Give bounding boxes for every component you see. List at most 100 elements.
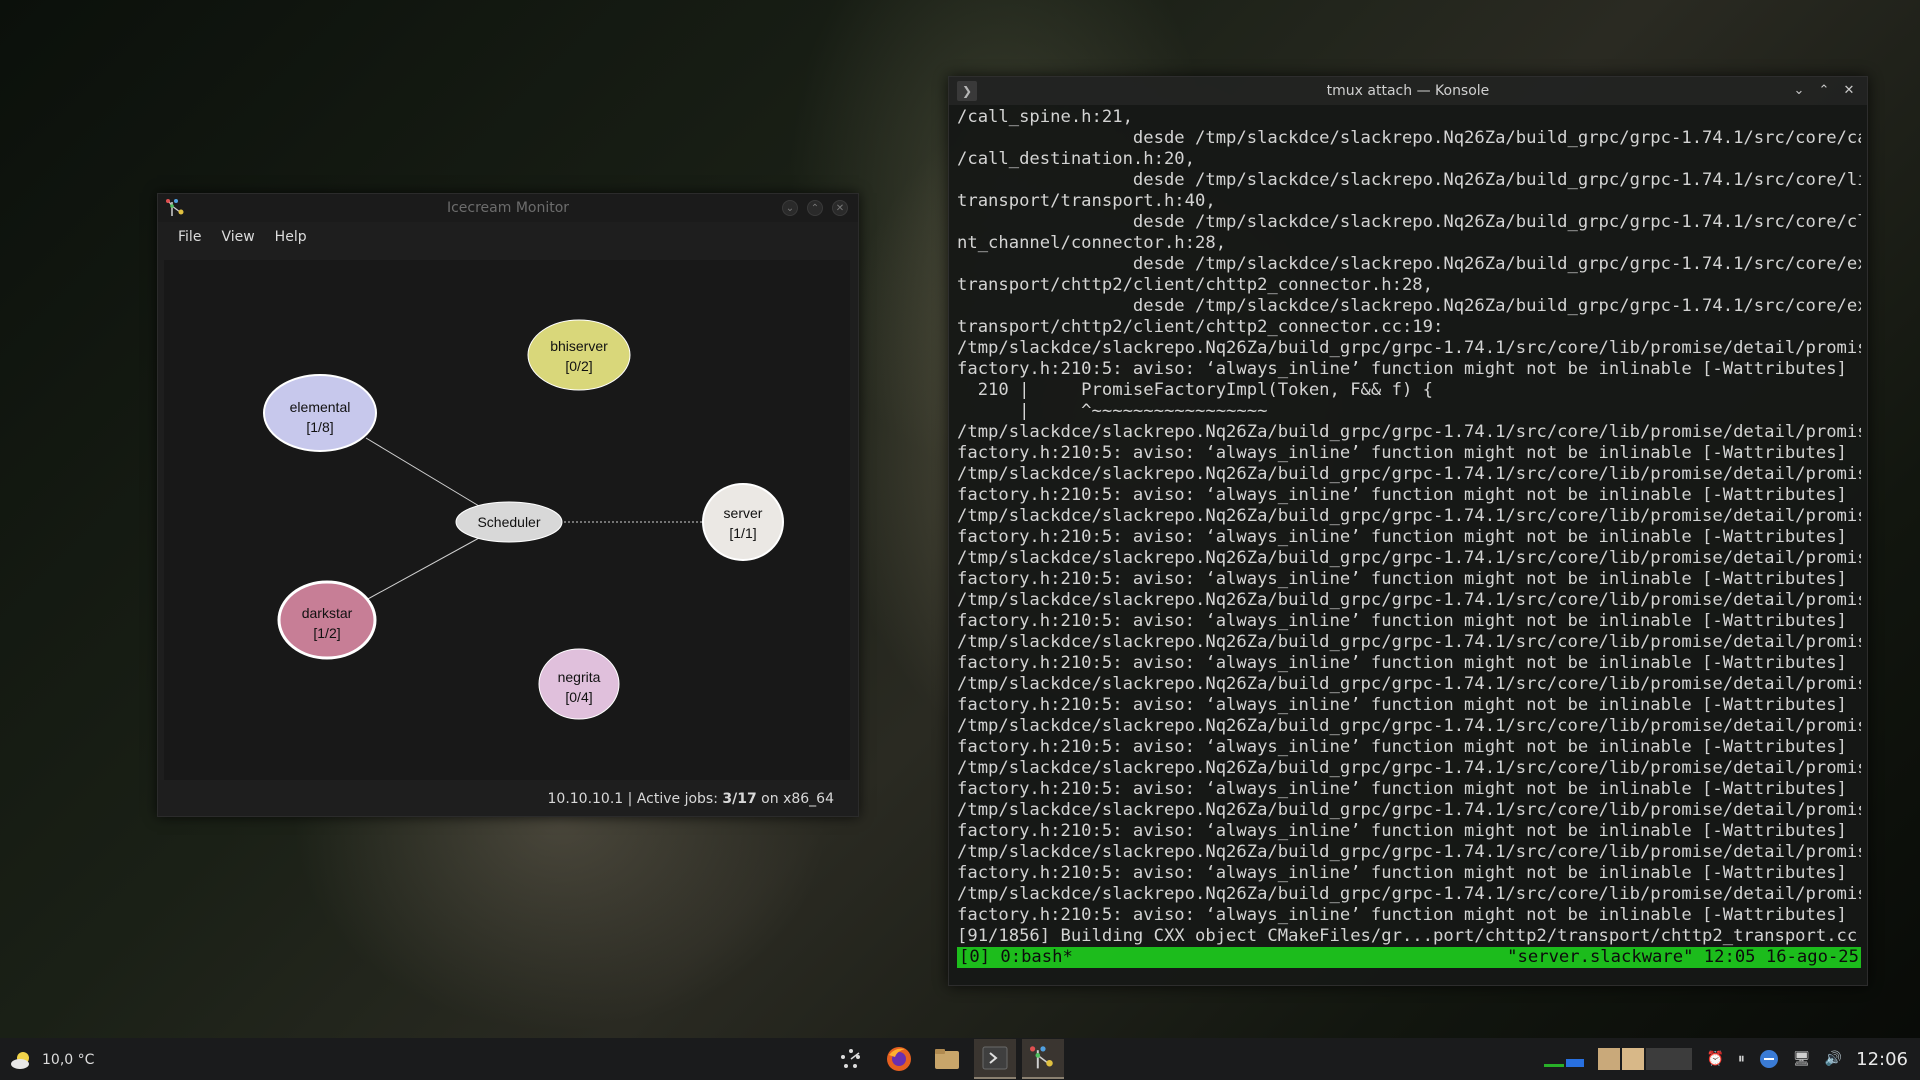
network-activity-icon[interactable] — [1544, 1051, 1585, 1067]
task-manager — [830, 1039, 1064, 1079]
terminal-line: factory.h:210:5: aviso: ‘always_inline’ … — [957, 653, 1847, 673]
terminal-line: desde /tmp/slackdce/slackrepo.Nq26Za/bui… — [957, 296, 1861, 316]
node-negrita-name: negrita — [558, 669, 601, 685]
terminal-line: factory.h:210:5: aviso: ‘always_inline’ … — [957, 737, 1847, 757]
node-negrita[interactable]: negrita [0/4] — [538, 648, 620, 720]
status-active-value: 3/17 — [722, 791, 757, 807]
terminal-line: /tmp/slackdce/slackrepo.Nq26Za/build_grp… — [957, 758, 1861, 778]
icecream-titlebar[interactable]: Icecream Monitor ⌄ ⌃ ✕ — [158, 194, 858, 222]
desktop-2[interactable] — [1622, 1048, 1645, 1070]
terminal-line: /tmp/slackdce/slackrepo.Nq26Za/build_grp… — [957, 590, 1861, 610]
konsole-window-title: tmux attach — Konsole — [1326, 83, 1490, 99]
node-server[interactable]: server [1/1] — [702, 483, 784, 561]
terminal-line: [91/1856] Building CXX object CMakeFiles… — [957, 926, 1861, 946]
menu-view[interactable]: View — [213, 225, 262, 249]
icecream-window-title: Icecream Monitor — [446, 200, 570, 216]
terminal-line: factory.h:210:5: aviso: ‘always_inline’ … — [957, 821, 1847, 841]
maximize-icon[interactable]: ⌃ — [1816, 83, 1832, 99]
terminal-output[interactable]: /call_spine.h:21, desde /tmp/slackdce/sl… — [957, 107, 1861, 977]
icecream-app-icon — [166, 199, 184, 216]
terminal-line: /tmp/slackdce/slackrepo.Nq26Za/build_grp… — [957, 464, 1861, 484]
desktop-3[interactable] — [1646, 1048, 1693, 1070]
updates-icon[interactable] — [1759, 1049, 1779, 1069]
close-icon[interactable]: ✕ — [832, 200, 848, 216]
icecream-menubar: File View Help — [158, 222, 858, 252]
status-separator: | — [623, 791, 637, 807]
node-scheduler-label: Scheduler — [477, 514, 540, 530]
file-manager-icon[interactable] — [926, 1039, 968, 1079]
node-elemental-jobs: [1/8] — [306, 419, 333, 435]
weather-temperature: 10,0 °C — [42, 1052, 95, 1068]
node-darkstar-name: darkstar — [302, 605, 353, 621]
terminal-line: factory.h:210:5: aviso: ‘always_inline’ … — [957, 569, 1847, 589]
menu-help[interactable]: Help — [267, 225, 315, 249]
virtual-desktop-pager[interactable] — [1598, 1048, 1693, 1070]
terminal-line: factory.h:210:5: aviso: ‘always_inline’ … — [957, 485, 1847, 505]
menu-file[interactable]: File — [170, 225, 209, 249]
terminal-line: /tmp/slackdce/slackrepo.Nq26Za/build_grp… — [957, 422, 1861, 442]
node-darkstar-jobs: [1/2] — [313, 625, 340, 641]
terminal-line: /tmp/slackdce/slackrepo.Nq26Za/build_grp… — [957, 632, 1861, 652]
desktop-1[interactable] — [1598, 1048, 1621, 1070]
terminal-line: desde /tmp/slackdce/slackrepo.Nq26Za/bui… — [957, 212, 1861, 232]
icecream-monitor-icon[interactable] — [1022, 1039, 1064, 1079]
terminal-line: | ^~~~~~~~~~~~~~~~~~ — [957, 401, 1268, 421]
cluster-graph-svg: bhiserver [0/2] elemental [1/8] Schedule… — [263, 319, 784, 720]
node-negrita-jobs: [0/4] — [565, 689, 592, 705]
terminal-line: factory.h:210:5: aviso: ‘always_inline’ … — [957, 359, 1847, 379]
terminal-line: nt_channel/connector.h:28, — [957, 233, 1227, 253]
terminal-line: /tmp/slackdce/slackrepo.Nq26Za/build_grp… — [957, 800, 1861, 820]
close-icon[interactable]: ✕ — [1841, 83, 1857, 99]
notifications-icon[interactable]: ⏰ — [1706, 1051, 1723, 1067]
terminal-line: factory.h:210:5: aviso: ‘always_inline’ … — [957, 611, 1847, 631]
terminal-line: /tmp/slackdce/slackrepo.Nq26Za/build_grp… — [957, 338, 1861, 358]
node-elemental[interactable]: elemental [1/8] — [263, 374, 377, 452]
terminal-line: /tmp/slackdce/slackrepo.Nq26Za/build_grp… — [957, 548, 1861, 568]
taskbar: 10,0 °C ⏰ ⏸ 🖥 🔊 12:06 — [0, 1038, 1920, 1080]
display-icon[interactable]: 🖥 — [1793, 1051, 1811, 1067]
minimize-icon[interactable]: ⌄ — [1791, 83, 1807, 99]
terminal-line: factory.h:210:5: aviso: ‘always_inline’ … — [957, 779, 1847, 799]
tmux-window-list[interactable]: [0] 0:bash* — [959, 947, 1073, 968]
edge-darkstar-scheduler — [365, 537, 480, 601]
tmux-status-right: "server.slackware" 12:05 16-ago-25 — [1507, 947, 1859, 967]
terminal-line: factory.h:210:5: aviso: ‘always_inline’ … — [957, 527, 1847, 547]
terminal-line: desde /tmp/slackdce/slackrepo.Nq26Za/bui… — [957, 170, 1861, 190]
terminal-line: /tmp/slackdce/slackrepo.Nq26Za/build_grp… — [957, 506, 1861, 526]
firefox-icon[interactable] — [878, 1039, 920, 1079]
terminal-line: factory.h:210:5: aviso: ‘always_inline’ … — [957, 443, 1847, 463]
terminal-line: transport/chttp2/client/chttp2_connector… — [957, 317, 1444, 337]
terminal-line: desde /tmp/slackdce/slackrepo.Nq26Za/bui… — [957, 254, 1861, 274]
weather-cloud-sun-icon — [11, 1052, 29, 1069]
terminal-line: /call_destination.h:20, — [957, 149, 1195, 169]
terminal-line: transport/chttp2/client/chttp2_connector… — [957, 275, 1433, 295]
terminal-line: factory.h:210:5: aviso: ‘always_inline’ … — [957, 695, 1847, 715]
icecream-statusbar: 10.10.10.1 | Active jobs: 3/17 on x86_64 — [158, 782, 858, 816]
volume-icon[interactable]: 🔊 — [1825, 1051, 1842, 1067]
terminal-line: /tmp/slackdce/slackrepo.Nq26Za/build_grp… — [957, 674, 1861, 694]
system-tray: ⏰ ⏸ 🖥 🔊 12:06 — [1544, 1038, 1920, 1080]
status-ip: 10.10.10.1 — [547, 791, 624, 807]
maximize-icon[interactable]: ⌃ — [807, 200, 823, 216]
minimize-icon[interactable]: ⌄ — [782, 200, 798, 216]
application-menu-icon[interactable] — [830, 1039, 872, 1079]
edge-elemental-scheduler — [365, 437, 480, 507]
node-darkstar[interactable]: darkstar [1/2] — [277, 580, 377, 660]
konsole-icon[interactable] — [974, 1039, 1016, 1079]
node-scheduler[interactable]: Scheduler — [455, 501, 563, 543]
terminal-line: desde /tmp/slackdce/slackrepo.Nq26Za/bui… — [957, 128, 1861, 148]
weather-widget[interactable]: 10,0 °C — [10, 1048, 94, 1072]
node-bhiserver[interactable]: bhiserver [0/2] — [527, 319, 631, 391]
status-arch: on x86_64 — [756, 791, 834, 807]
node-bhiserver-name: bhiserver — [550, 338, 608, 354]
terminal-line: factory.h:210:5: aviso: ‘always_inline’ … — [957, 905, 1847, 925]
konsole-titlebar[interactable]: ❯ tmux attach — Konsole ⌄ ⌃ ✕ — [949, 77, 1867, 105]
cluster-graph: bhiserver [0/2] elemental [1/8] Schedule… — [164, 260, 850, 780]
node-elemental-name: elemental — [290, 399, 351, 415]
media-pause-icon[interactable]: ⏸ — [1738, 1051, 1745, 1067]
node-server-jobs: [1/1] — [729, 525, 756, 541]
terminal-line: transport/transport.h:40, — [957, 191, 1216, 211]
clock[interactable]: 12:06 — [1856, 1049, 1908, 1070]
terminal-line: /tmp/slackdce/slackrepo.Nq26Za/build_grp… — [957, 884, 1861, 904]
terminal-line: /call_spine.h:21, — [957, 107, 1133, 127]
